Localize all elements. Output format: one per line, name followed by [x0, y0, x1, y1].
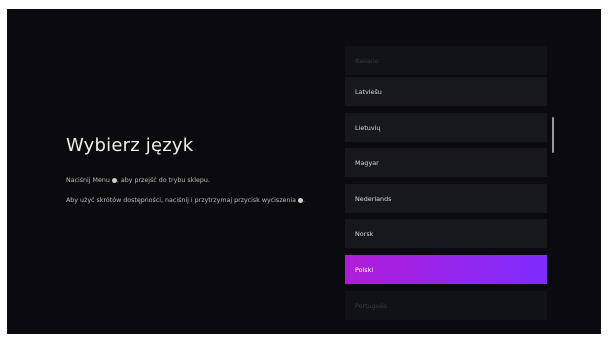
language-item-latviesu[interactable]: Latviešu [345, 77, 547, 106]
language-selection-screen: Wybierz język Naciśnij Menu , aby przejś… [7, 9, 601, 334]
language-label: Lietuvių [355, 123, 381, 132]
language-label: Português [355, 301, 388, 310]
language-label: Polski [355, 265, 374, 274]
language-label: Nederlands [355, 194, 392, 203]
language-item-italiano[interactable]: Italiano [345, 46, 547, 75]
page-title: Wybierz język [66, 135, 194, 156]
language-item-nederlands[interactable]: Nederlands [345, 184, 547, 213]
language-label: Magyar [355, 158, 379, 167]
language-item-magyar[interactable]: Magyar [345, 148, 547, 177]
language-item-lietuviu[interactable]: Lietuvių [345, 113, 547, 142]
accessibility-hint-text: Aby użyć skrótów dostępności, naciśnij i… [66, 197, 296, 204]
store-mode-hint-text: Naciśnij Menu [66, 177, 110, 184]
language-label: Latviešu [355, 87, 382, 96]
language-item-portugues[interactable]: Português [345, 291, 547, 320]
accessibility-hint: Aby użyć skrótów dostępności, naciśnij i… [66, 197, 306, 206]
accessibility-hint-suffix: . [303, 197, 306, 204]
language-list[interactable]: Italiano Latviešu Lietuvių Magyar Nederl… [345, 46, 549, 321]
language-label: Norsk [355, 229, 374, 238]
language-item-norsk[interactable]: Norsk [345, 219, 547, 248]
language-item-polski[interactable]: Polski [345, 255, 547, 284]
language-label: Italiano [355, 56, 379, 65]
language-list-scrollbar[interactable] [552, 117, 554, 153]
store-mode-hint-suffix: , aby przejść do trybu sklepu. [116, 177, 210, 184]
store-mode-hint: Naciśnij Menu , aby przejść do trybu skl… [66, 177, 306, 186]
